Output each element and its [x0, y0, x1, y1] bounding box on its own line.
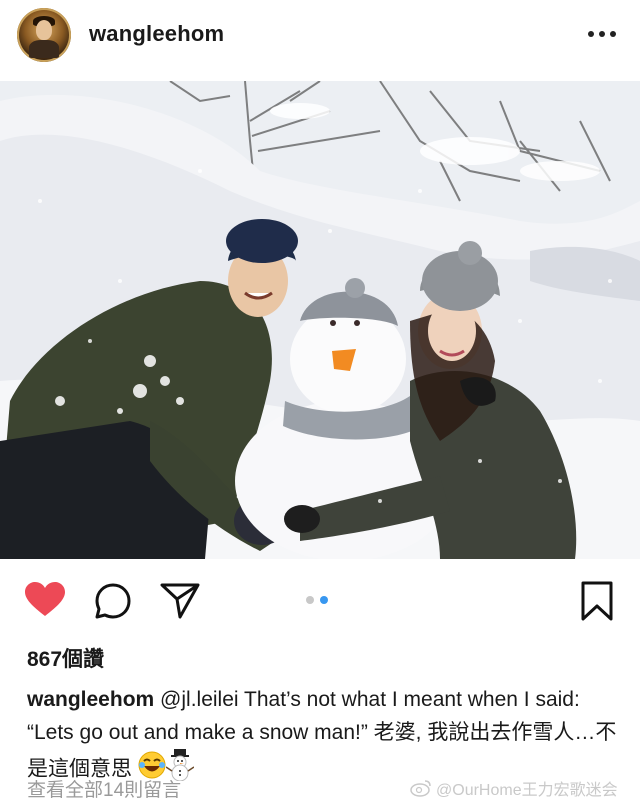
weibo-icon [410, 780, 431, 797]
photo-illustration [0, 81, 640, 559]
post-photo[interactable] [0, 81, 640, 559]
like-count[interactable]: 867個讚 [27, 643, 104, 673]
bookmark-icon[interactable] [580, 580, 614, 627]
avatar-shirt [29, 40, 59, 58]
more-dot [588, 31, 594, 37]
view-all-comments-link[interactable]: 查看全部14則留言 [27, 775, 181, 802]
caption-username[interactable]: wangleehom [27, 688, 154, 711]
avatar-face [36, 20, 52, 40]
more-dot [599, 31, 605, 37]
heart-filled-icon[interactable] [24, 582, 66, 623]
watermark-text: @OurHome王力宏歌迷会 [436, 782, 618, 799]
header-username[interactable]: wangleehom [89, 21, 224, 47]
carousel-dot [306, 596, 314, 604]
carousel-indicator [306, 596, 328, 604]
more-options-icon[interactable] [588, 22, 616, 46]
caption-mention[interactable]: @jl.leilei [160, 688, 239, 711]
avatar[interactable] [17, 8, 71, 62]
more-dot [610, 31, 616, 37]
carousel-dot-active [320, 596, 328, 604]
paper-plane-icon[interactable] [160, 582, 200, 625]
comment-bubble-icon[interactable] [94, 582, 132, 625]
watermark: @OurHome王力宏歌迷会 [410, 776, 618, 800]
post-header: wangleehom [0, 0, 640, 72]
